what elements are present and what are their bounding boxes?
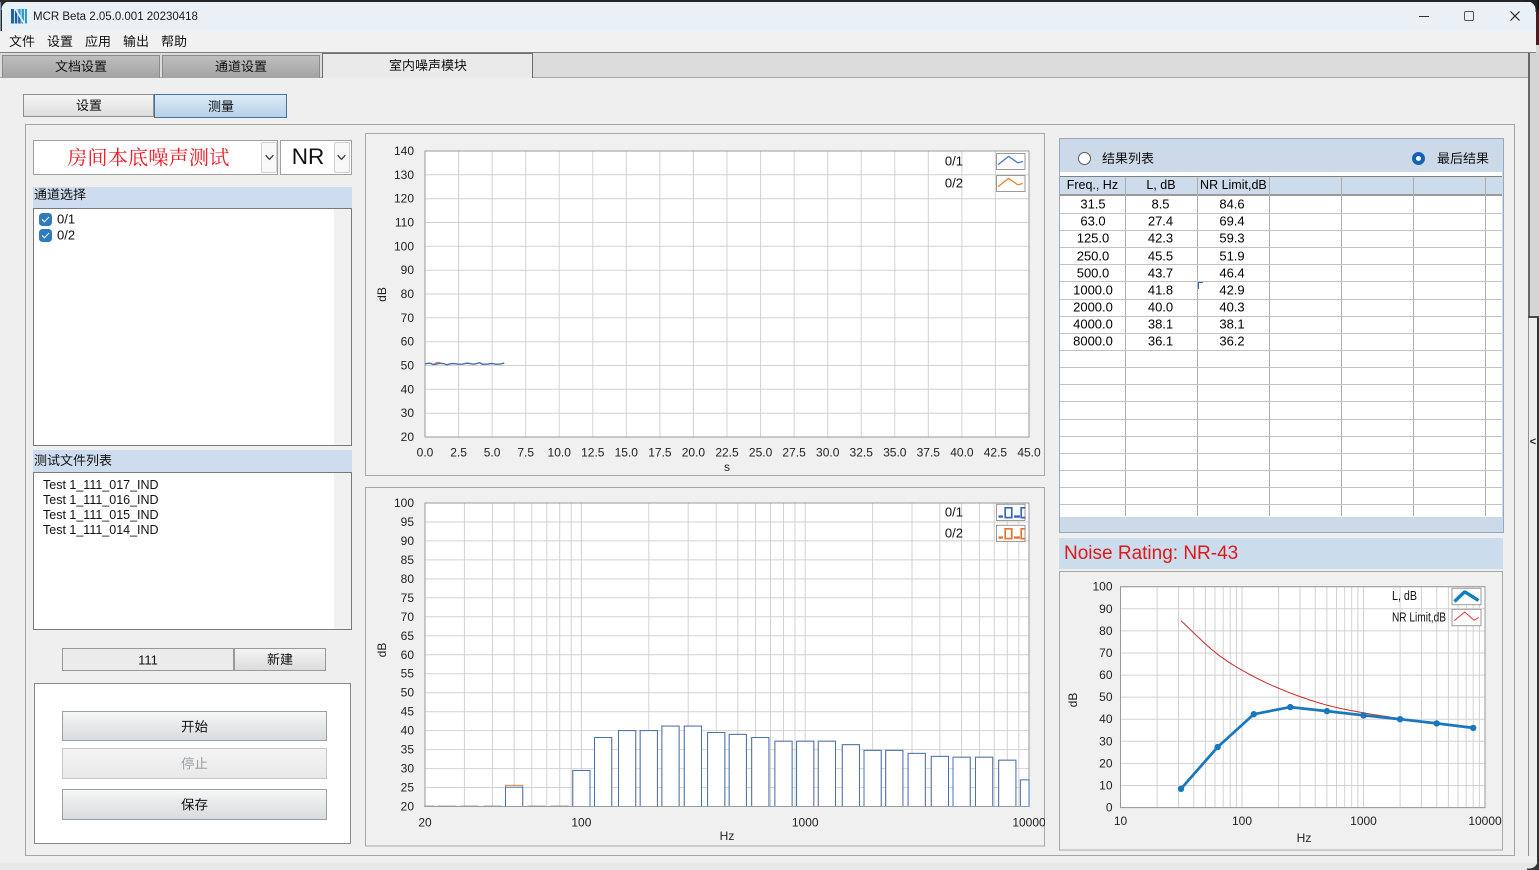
svg-text:20: 20 [1099,756,1113,770]
svg-text:90: 90 [401,534,415,548]
svg-text:25: 25 [401,781,415,795]
svg-text:100: 100 [394,496,414,510]
svg-text:70: 70 [1099,646,1113,660]
svg-text:100: 100 [394,239,414,253]
svg-text:40: 40 [401,382,415,396]
svg-text:90: 90 [401,263,415,277]
svg-text:0/1: 0/1 [945,154,963,169]
svg-text:0/1: 0/1 [945,505,963,520]
svg-text:110: 110 [395,216,414,230]
svg-text:7.5: 7.5 [517,446,534,460]
svg-text:5.0: 5.0 [484,446,501,460]
svg-text:42.5: 42.5 [984,446,1008,460]
svg-text:80: 80 [401,287,415,301]
svg-text:30: 30 [401,406,415,420]
svg-text:0.0: 0.0 [417,446,434,460]
svg-text:40.0: 40.0 [950,446,974,460]
svg-text:2.5: 2.5 [450,446,467,460]
svg-text:35.0: 35.0 [883,446,907,460]
svg-text:Hz: Hz [1297,831,1312,845]
svg-text:20: 20 [418,816,432,830]
svg-text:50: 50 [401,359,415,373]
svg-text:60: 60 [401,335,415,349]
svg-text:20: 20 [401,800,415,814]
svg-text:0/2: 0/2 [945,526,963,541]
svg-text:10: 10 [1114,814,1128,828]
svg-text:30: 30 [401,762,415,776]
svg-text:80: 80 [401,572,415,586]
svg-text:40: 40 [1099,712,1113,726]
svg-text:0/2: 0/2 [945,176,963,191]
svg-text:140: 140 [394,144,414,158]
svg-text:95: 95 [401,515,415,529]
svg-text:30.0: 30.0 [816,446,840,460]
svg-text:1000: 1000 [1350,814,1377,828]
svg-text:45: 45 [401,705,415,719]
svg-text:32.5: 32.5 [850,446,874,460]
svg-text:dB: dB [375,643,389,658]
svg-text:15.0: 15.0 [615,446,639,460]
svg-text:60: 60 [401,648,415,662]
svg-text:10000: 10000 [1012,816,1045,830]
svg-text:85: 85 [401,553,415,567]
svg-text:L, dB: L, dB [1392,588,1417,603]
svg-text:10: 10 [1099,779,1113,793]
svg-text:1000: 1000 [792,816,819,830]
svg-text:75: 75 [401,591,415,605]
svg-text:50: 50 [1099,690,1113,704]
svg-text:60: 60 [1099,668,1113,682]
svg-text:0: 0 [1106,801,1113,815]
svg-text:10.0: 10.0 [548,446,572,460]
svg-text:NR Limit,dB: NR Limit,dB [1392,609,1446,624]
svg-text:dB: dB [375,287,389,302]
svg-text:30: 30 [1099,734,1113,748]
svg-text:100: 100 [1232,814,1252,828]
svg-text:12.5: 12.5 [581,446,605,460]
svg-text:22.5: 22.5 [715,446,739,460]
svg-text:10000: 10000 [1468,814,1502,828]
svg-text:dB: dB [1066,693,1080,708]
svg-text:37.5: 37.5 [917,446,941,460]
svg-text:80: 80 [1099,624,1113,638]
svg-text:35: 35 [401,743,415,757]
svg-text:17.5: 17.5 [648,446,672,460]
svg-text:Hz: Hz [720,829,735,843]
svg-text:90: 90 [1099,602,1113,616]
svg-text:65: 65 [401,629,415,643]
svg-text:50: 50 [401,686,415,700]
svg-text:70: 70 [401,311,415,325]
svg-text:45.0: 45.0 [1017,446,1041,460]
svg-text:s: s [724,460,730,474]
svg-text:120: 120 [394,192,414,206]
svg-text:70: 70 [401,610,415,624]
svg-text:27.5: 27.5 [782,446,806,460]
svg-text:40: 40 [401,724,415,738]
svg-text:130: 130 [394,168,414,182]
svg-text:100: 100 [1092,580,1112,594]
svg-text:55: 55 [401,667,415,681]
svg-text:20: 20 [401,430,415,444]
svg-text:20.0: 20.0 [682,446,706,460]
svg-text:100: 100 [571,816,591,830]
svg-text:25.0: 25.0 [749,446,773,460]
